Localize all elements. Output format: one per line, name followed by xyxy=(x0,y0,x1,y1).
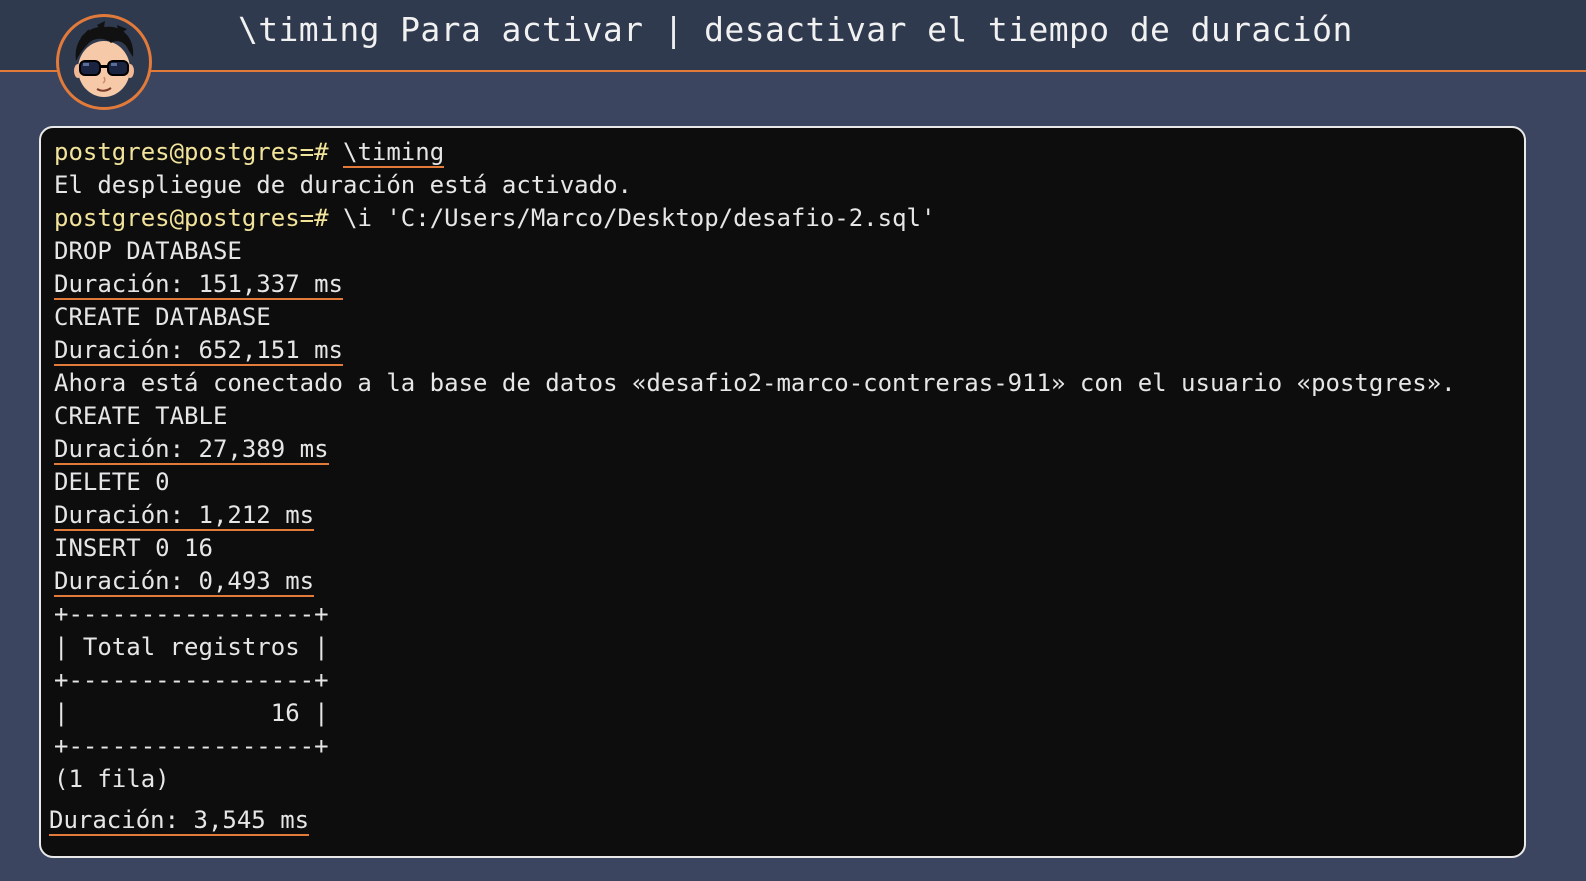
result-table-value: | 16 | xyxy=(54,699,329,727)
prompt-line-include: postgres@postgres=# \i 'C:/Users/Marco/D… xyxy=(54,202,935,235)
drop-database-output: DROP DATABASE xyxy=(54,237,242,265)
create-database-output: CREATE DATABASE xyxy=(54,303,271,331)
insert-output: INSERT 0 16 xyxy=(54,534,213,562)
duration-drop: Duración: 151,337 ms xyxy=(54,270,343,300)
command-timing: \timing xyxy=(343,138,445,168)
duration-create-database: Duración: 652,151 ms xyxy=(54,336,343,366)
slide: \timing Para activar | desactivar el tie… xyxy=(0,0,1586,881)
duration-line: Duración: 652,151 ms xyxy=(54,334,343,367)
result-table-header: | Total registros | xyxy=(54,633,329,661)
delete-output: DELETE 0 xyxy=(54,468,170,496)
prompt: postgres@postgres=# xyxy=(54,204,329,232)
result-table-border: +-----------------+ xyxy=(54,666,329,694)
page-title: \timing Para activar | desactivar el tie… xyxy=(238,10,1353,49)
create-table-output: CREATE TABLE xyxy=(54,402,228,430)
duration-delete: Duración: 1,212 ms xyxy=(54,501,315,531)
duration-insert: Duración: 0,493 ms xyxy=(54,567,315,597)
connection-message: Ahora está conectado a la base de datos … xyxy=(54,369,1456,397)
prompt-line-timing: postgres@postgres=# \timing xyxy=(54,136,445,169)
row-count-output: (1 fila) xyxy=(54,765,170,793)
command-include-file: \i 'C:/Users/Marco/Desktop/desafio-2.sql… xyxy=(343,204,936,232)
duration-select: Duración: 3,545 ms xyxy=(49,806,310,836)
terminal-window: postgres@postgres=# \timing El despliegu… xyxy=(39,126,1526,858)
duration-create-table: Duración: 27,389 ms xyxy=(54,435,329,465)
duration-line: Duración: 3,545 ms xyxy=(49,804,310,837)
duration-line: Duración: 0,493 ms xyxy=(54,565,315,598)
avatar xyxy=(56,14,152,110)
timing-status-output: El despliegue de duración está activado. xyxy=(54,171,632,199)
avatar-cartoon-icon xyxy=(74,21,134,97)
result-table-border: +-----------------+ xyxy=(54,600,329,628)
duration-line: Duración: 27,389 ms xyxy=(54,433,329,466)
duration-line: Duración: 1,212 ms xyxy=(54,499,315,532)
prompt: postgres@postgres=# xyxy=(54,138,329,166)
duration-line: Duración: 151,337 ms xyxy=(54,268,343,301)
result-table-border: +-----------------+ xyxy=(54,732,329,760)
